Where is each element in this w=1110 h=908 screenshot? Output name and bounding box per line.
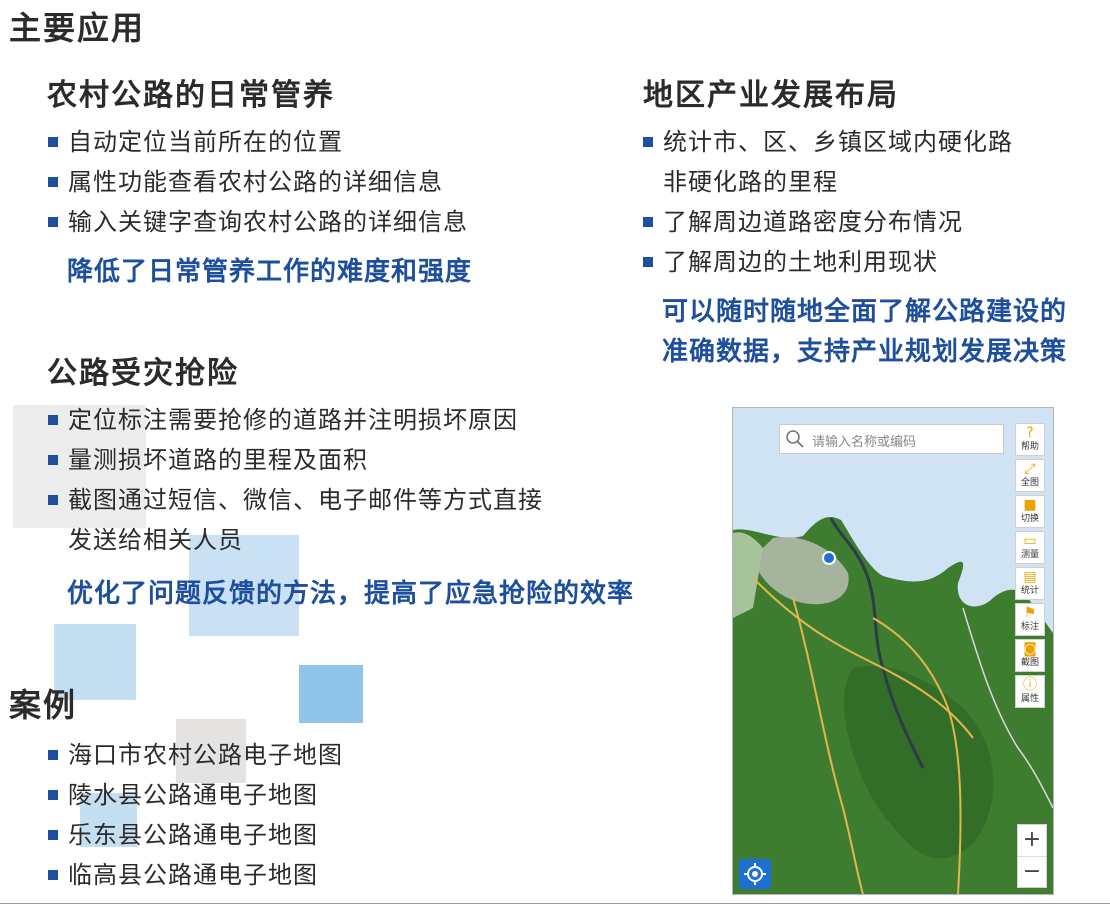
help-button[interactable]: ? 帮助 [1015, 423, 1045, 456]
zoom-in-button[interactable]: + [1018, 825, 1046, 857]
zoom-control: + − [1017, 824, 1047, 888]
camera-icon: ◙ [1023, 641, 1037, 657]
list-item: 截图通过短信、微信、电子邮件等方式直接 发送给相关人员 [48, 480, 543, 560]
measure-button[interactable]: ▭ 测量 [1015, 531, 1045, 564]
list-item: 统计市、区、乡镇区域内硬化路 非硬化路的里程 [643, 122, 1013, 202]
annotate-button[interactable]: ⚑ 标注 [1015, 603, 1045, 636]
bullet-icon [643, 137, 653, 147]
locate-button[interactable] [739, 859, 771, 889]
list-item: 定位标注需要抢修的道路并注明损坏原因 [48, 400, 543, 440]
attribute-button[interactable]: ⓘ 属性 [1015, 675, 1045, 708]
daily-maintenance-highlight: 降低了日常管养工作的难度和强度 [67, 257, 473, 287]
switch-layer-button[interactable]: ■ 切换 [1015, 495, 1045, 528]
list-item: 海口市农村公路电子地图 [48, 735, 343, 775]
map-toolbar: ? 帮助 ⤢ 全图 ■ 切换 ▭ 测量 ▤ 统计 ⚑ 标注 ◙ 截图 ⓘ 属性 [1015, 423, 1047, 711]
industry-layout-highlight: 可以随时随地全面了解公路建设的 准确数据，支持产业规划发展决策 [662, 297, 1068, 367]
section-title-cases: 案例 [9, 686, 78, 724]
list-item: 输入关键字查询农村公路的详细信息 [48, 202, 468, 242]
map-search-box[interactable]: 请输入名称或编码 [779, 424, 1004, 454]
bullet-icon [48, 790, 58, 800]
statistics-icon: ▤ [1023, 569, 1037, 585]
bullet-icon [48, 177, 58, 187]
section-title-disaster-rescue: 公路受灾抢险 [47, 356, 239, 391]
current-location-marker [822, 551, 836, 565]
section-title-industry-layout: 地区产业发展布局 [643, 78, 899, 113]
bullet-icon [48, 750, 58, 760]
deco-blue-square [299, 665, 363, 723]
disaster-rescue-list: 定位标注需要抢修的道路并注明损坏原因 量测损坏道路的里程及面积 截图通过短信、微… [48, 400, 543, 560]
search-placeholder: 请输入名称或编码 [812, 435, 917, 450]
list-item: 乐东县公路通电子地图 [48, 815, 343, 855]
bottom-divider [0, 903, 1110, 904]
bullet-icon [48, 495, 58, 505]
search-icon [786, 430, 804, 448]
list-item: 了解周边的土地利用现状 [643, 242, 1013, 282]
help-icon: ? [1026, 425, 1034, 441]
bullet-icon [643, 257, 653, 267]
screenshot-button[interactable]: ◙ 截图 [1015, 639, 1045, 672]
section-title-daily-maintenance: 农村公路的日常管养 [47, 78, 335, 113]
locate-icon [744, 863, 766, 885]
daily-maintenance-list: 自动定位当前所在的位置 属性功能查看农村公路的详细信息 输入关键字查询农村公路的… [48, 122, 468, 242]
bullet-icon [48, 870, 58, 880]
full-extent-icon: ⤢ [1024, 461, 1036, 477]
ruler-icon: ▭ [1023, 533, 1037, 549]
switch-layer-icon: ■ [1023, 497, 1037, 513]
bullet-icon [48, 415, 58, 425]
map-canvas[interactable] [733, 408, 1053, 894]
bullet-icon [48, 455, 58, 465]
cases-list: 海口市农村公路电子地图 陵水县公路通电子地图 乐东县公路通电子地图 临高县公路通… [48, 735, 343, 895]
full-extent-button[interactable]: ⤢ 全图 [1015, 459, 1045, 492]
list-item: 了解周边道路密度分布情况 [643, 202, 1013, 242]
map-view[interactable]: 请输入名称或编码 ? 帮助 ⤢ 全图 ■ 切换 ▭ 测量 ▤ 统计 ⚑ 标注 ◙… [732, 407, 1054, 895]
disaster-rescue-highlight: 优化了问题反馈的方法，提高了应急抢险的效率 [67, 579, 635, 609]
bullet-icon [48, 217, 58, 227]
list-item: 临高县公路通电子地图 [48, 855, 343, 895]
bullet-icon [643, 217, 653, 227]
list-item: 陵水县公路通电子地图 [48, 775, 343, 815]
list-item: 自动定位当前所在的位置 [48, 122, 468, 162]
zoom-out-button[interactable]: − [1018, 857, 1046, 888]
bullet-icon [48, 830, 58, 840]
info-icon: ⓘ [1023, 677, 1037, 693]
statistics-button[interactable]: ▤ 统计 [1015, 567, 1045, 600]
list-item: 属性功能查看农村公路的详细信息 [48, 162, 468, 202]
bullet-icon [48, 137, 58, 147]
list-item: 量测损坏道路的里程及面积 [48, 440, 543, 480]
flag-icon: ⚑ [1023, 605, 1037, 621]
page-title: 主要应用 [9, 9, 146, 47]
industry-layout-list: 统计市、区、乡镇区域内硬化路 非硬化路的里程 了解周边道路密度分布情况 了解周边的… [643, 122, 1013, 282]
